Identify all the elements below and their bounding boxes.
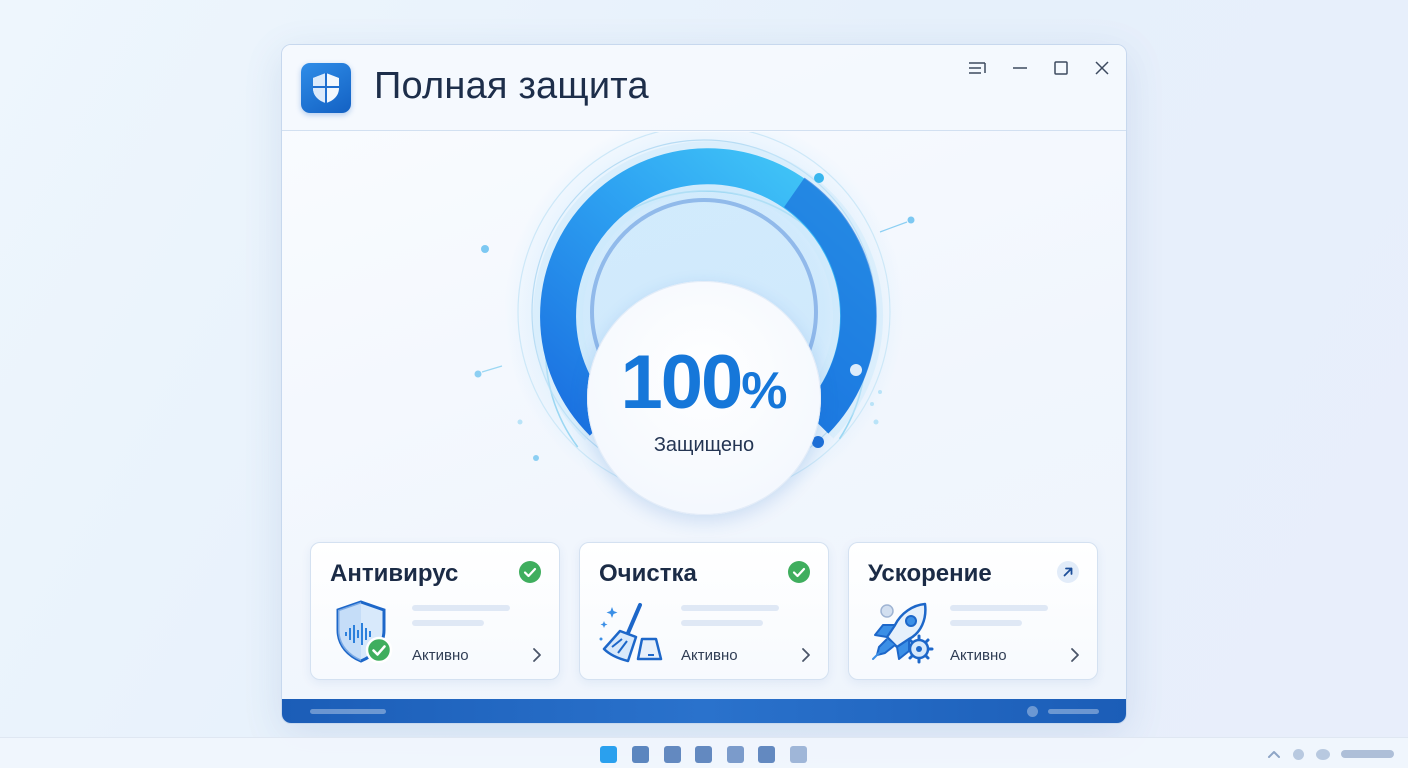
placeholder-line xyxy=(681,620,763,626)
taskbar-app[interactable] xyxy=(664,746,681,763)
chevron-right-icon xyxy=(533,648,541,662)
menu-icon xyxy=(969,62,986,74)
placeholder-line xyxy=(412,620,484,626)
card-cleanup[interactable]: Очистка Активно xyxy=(579,542,829,680)
taskbar xyxy=(0,737,1408,768)
maximize-icon xyxy=(1054,61,1068,75)
minimize-button[interactable] xyxy=(1007,57,1033,79)
tray-clock-placeholder[interactable] xyxy=(1341,750,1394,758)
card-title: Ускорение xyxy=(868,560,992,587)
check-icon xyxy=(519,561,541,583)
broom-icon xyxy=(599,603,663,663)
arrow-up-right-icon xyxy=(1057,561,1079,583)
card-status: Активно xyxy=(681,647,738,664)
protection-status: Защищено xyxy=(653,434,755,456)
card-title: Антивирус xyxy=(330,560,459,587)
app-logo-shield-icon xyxy=(301,63,351,113)
taskbar-app[interactable] xyxy=(632,746,649,763)
check-icon xyxy=(788,561,810,583)
protection-gauge: 100% Защищено xyxy=(282,132,1126,542)
taskbar-app[interactable] xyxy=(790,746,807,763)
percent-sign: % xyxy=(741,362,788,420)
card-antivirus[interactable]: Антивирус Активно xyxy=(310,542,560,680)
maximize-button[interactable] xyxy=(1048,57,1074,79)
card-boost[interactable]: Ускорение Активно xyxy=(848,542,1098,680)
taskbar-app[interactable] xyxy=(727,746,744,763)
window-title: Полная защита xyxy=(374,65,649,107)
minimize-icon xyxy=(1013,67,1027,69)
card-status: Активно xyxy=(412,647,469,664)
tray-icon[interactable] xyxy=(1316,749,1330,760)
gauge-center: 100% Защищено xyxy=(587,281,821,515)
placeholder-line xyxy=(681,605,779,611)
taskbar-app-active[interactable] xyxy=(600,746,617,763)
card-status: Активно xyxy=(950,647,1007,664)
placeholder-line xyxy=(950,605,1048,611)
rocket-icon xyxy=(872,602,934,664)
protection-percent: 100% xyxy=(620,340,788,425)
card-title: Очистка xyxy=(599,560,697,587)
chevron-right-icon xyxy=(1071,648,1079,662)
tray-icon[interactable] xyxy=(1293,749,1304,760)
chevron-right-icon xyxy=(802,648,810,662)
status-dot xyxy=(1027,706,1038,717)
close-icon xyxy=(1095,61,1109,75)
close-button[interactable] xyxy=(1089,57,1115,79)
menu-button[interactable] xyxy=(965,57,991,79)
status-bar xyxy=(282,699,1126,723)
shield-icon xyxy=(336,600,393,664)
status-placeholder xyxy=(310,709,386,714)
status-placeholder xyxy=(1048,709,1099,714)
taskbar-app[interactable] xyxy=(695,746,712,763)
taskbar-app[interactable] xyxy=(758,746,775,763)
title-bar: Полная защита xyxy=(282,45,1126,131)
placeholder-line xyxy=(950,620,1022,626)
placeholder-line xyxy=(412,605,510,611)
app-window: Полная защита 100% Защищено Антивирус Ак… xyxy=(281,44,1127,724)
chevron-up-icon[interactable] xyxy=(1267,748,1281,760)
